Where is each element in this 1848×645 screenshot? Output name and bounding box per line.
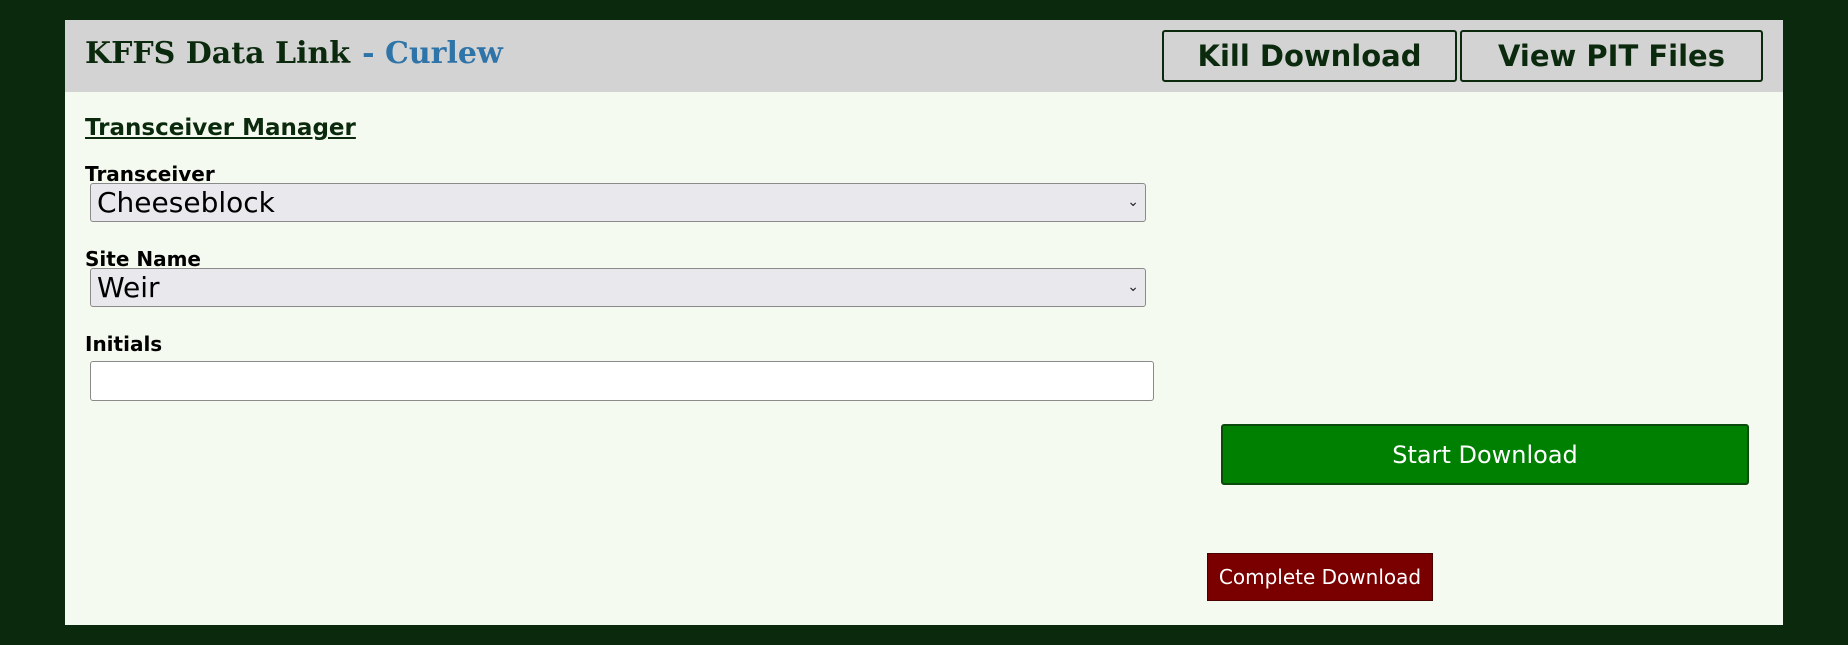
- app-title-text: KFFS Data Link: [85, 36, 351, 71]
- kill-download-button[interactable]: Kill Download: [1162, 30, 1457, 82]
- section-title: Transceiver Manager: [85, 115, 356, 141]
- start-download-button[interactable]: Start Download: [1221, 424, 1749, 485]
- site-suffix: - Curlew: [362, 36, 503, 71]
- chevron-down-icon: ⌄: [1127, 194, 1139, 210]
- view-pit-files-button[interactable]: View PIT Files: [1460, 30, 1763, 82]
- transceiver-selected-value: Cheeseblock: [97, 186, 275, 219]
- app-title: KFFS Data Link - Curlew: [85, 36, 503, 71]
- site-name-select[interactable]: Weir ⌄: [90, 268, 1146, 307]
- initials-input[interactable]: [90, 361, 1154, 401]
- chevron-down-icon: ⌄: [1127, 279, 1139, 295]
- initials-label: Initials: [85, 332, 163, 356]
- main-panel: KFFS Data Link - Curlew Kill Download Vie…: [65, 20, 1783, 625]
- complete-download-button[interactable]: Complete Download: [1207, 553, 1433, 601]
- transceiver-select[interactable]: Cheeseblock ⌄: [90, 183, 1146, 222]
- app-header: KFFS Data Link - Curlew Kill Download Vie…: [65, 20, 1783, 92]
- site-name-selected-value: Weir: [97, 271, 160, 304]
